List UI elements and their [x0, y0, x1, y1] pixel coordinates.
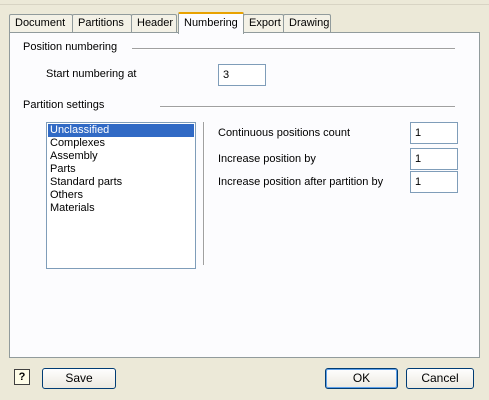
list-item-materials[interactable]: Materials — [48, 202, 194, 215]
partition-listbox[interactable]: Unclassified Complexes Assembly Parts St… — [46, 122, 196, 269]
title-bar-strip — [0, 0, 489, 5]
start-numbering-input[interactable]: 3 — [218, 64, 266, 86]
list-item-assembly[interactable]: Assembly — [48, 150, 194, 163]
numbering-panel: Position numbering Start numbering at 3 … — [9, 32, 480, 358]
save-button[interactable]: Save — [42, 368, 116, 389]
partition-settings-divider — [160, 106, 455, 108]
position-numbering-heading: Position numbering — [23, 41, 118, 53]
list-item-parts[interactable]: Parts — [48, 163, 194, 176]
increase-position-by-label: Increase position by — [218, 153, 316, 165]
continuous-positions-count-label: Continuous positions count — [218, 127, 351, 139]
partition-settings-heading: Partition settings — [23, 99, 105, 111]
start-numbering-label: Start numbering at — [46, 68, 137, 80]
tab-drawing[interactable]: Drawing — [283, 14, 331, 32]
increase-position-after-partition-input[interactable]: 1 — [410, 171, 458, 193]
help-icon[interactable]: ? — [14, 369, 30, 385]
ok-button[interactable]: OK — [325, 368, 398, 389]
cancel-button[interactable]: Cancel — [406, 368, 474, 389]
position-numbering-divider — [132, 48, 455, 50]
continuous-positions-count-input[interactable]: 1 — [410, 122, 458, 144]
list-item-others[interactable]: Others — [48, 189, 194, 202]
increase-position-by-input[interactable]: 1 — [410, 148, 458, 170]
list-item-unclassified[interactable]: Unclassified — [48, 124, 194, 137]
tab-export[interactable]: Export — [243, 14, 284, 32]
numbering-dialog: Document Partitions Header Numbering Exp… — [0, 0, 489, 400]
list-item-standard-parts[interactable]: Standard parts — [48, 176, 194, 189]
tab-header[interactable]: Header — [131, 14, 177, 32]
increase-position-after-partition-label: Increase position after partition by — [218, 176, 384, 188]
tab-document[interactable]: Document — [9, 14, 73, 32]
tab-numbering[interactable]: Numbering — [178, 12, 244, 34]
tab-partitions[interactable]: Partitions — [72, 14, 132, 32]
list-item-complexes[interactable]: Complexes — [48, 137, 194, 150]
vertical-separator — [203, 122, 205, 265]
